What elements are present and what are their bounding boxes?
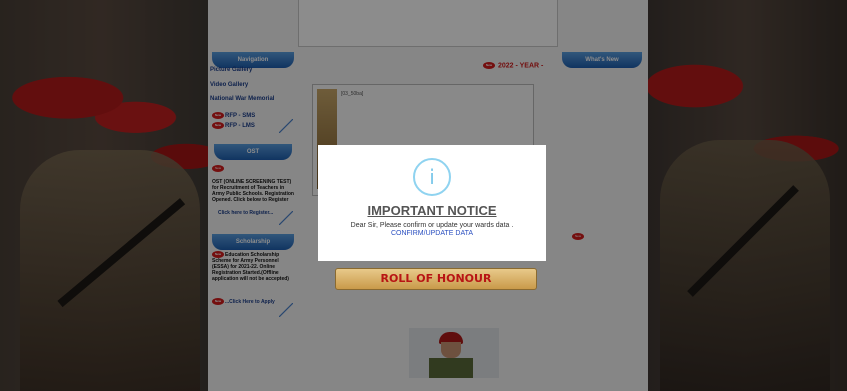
confirm-update-link[interactable]: CONFIRM/UPDATE DATA: [318, 230, 546, 237]
info-icon: i: [413, 158, 451, 196]
notice-modal: i IMPORTANT NOTICE Dear Sir, Please conf…: [318, 145, 546, 261]
modal-message: Dear Sir, Please confirm or update your …: [350, 222, 514, 229]
modal-title: IMPORTANT NOTICE: [367, 203, 497, 218]
roll-of-honour-banner[interactable]: ROLL OF HONOUR: [335, 268, 537, 290]
